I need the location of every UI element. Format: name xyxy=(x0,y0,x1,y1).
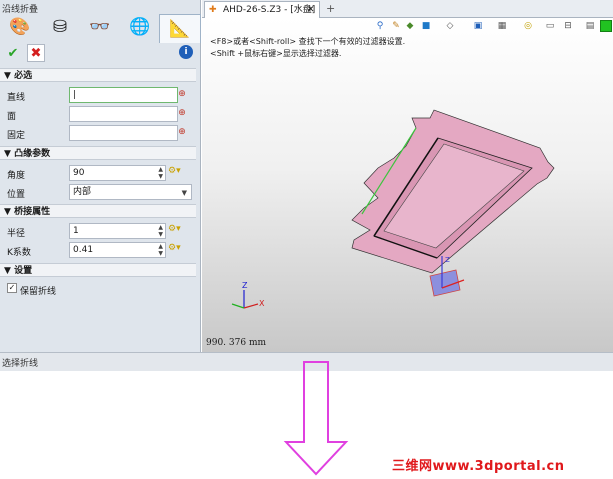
angle-value: 90 xyxy=(73,168,85,178)
section-settings-title: 设置 xyxy=(14,266,33,276)
spinner-icon[interactable]: ▲ ▼ xyxy=(158,166,163,180)
pick-icon[interactable]: ⊕ xyxy=(177,108,187,118)
field-position-label: 位置 xyxy=(7,190,26,200)
globe-icon[interactable]: 🌐 xyxy=(120,13,160,41)
field-angle: 角度 90 ▲ ▼ ⚙▾ xyxy=(0,164,198,182)
field-fixed: 固定 ⊕ xyxy=(0,124,198,142)
section-required[interactable]: ▼ 必选 xyxy=(0,68,196,82)
ok-button[interactable]: ✔ xyxy=(4,44,22,62)
field-radius-label: 半径 xyxy=(7,229,26,239)
variable-icon[interactable]: ⚙▾ xyxy=(168,243,181,253)
section-settings[interactable]: ▼ 设置 xyxy=(0,263,196,277)
dimension-icon[interactable]: ⊟ xyxy=(562,20,574,32)
spinner-icon[interactable]: ▲ ▼ xyxy=(158,243,163,257)
scale-readout: 990. 376 mm xyxy=(206,338,267,348)
feature-panel: 沿线折叠 🎨 ⛁ 👓 🌐 📐 ✔ ✖ i ▼ 必选 直线 | ⊕ 面 ⊕ 固定 … xyxy=(0,0,201,352)
field-k-factor: K系数 0.41 ▲ ▼ ⚙▾ xyxy=(0,241,198,259)
section-bridge[interactable]: ▼ 桥接属性 xyxy=(0,204,196,218)
variable-icon[interactable]: ⚙▾ xyxy=(168,224,181,234)
palette-icon[interactable]: 🎨 xyxy=(0,13,40,41)
window-icon[interactable]: ▤ xyxy=(584,20,596,32)
radius-input[interactable]: 1 ▲ ▼ xyxy=(69,223,166,239)
section-bridge-title: 桥接属性 xyxy=(14,207,51,217)
section-bend-params-title: 凸缘参数 xyxy=(14,149,51,159)
down-arrow-icon xyxy=(283,361,349,476)
line-input[interactable]: | xyxy=(69,87,178,103)
cube-shaded-icon[interactable]: ■ xyxy=(420,20,432,32)
section-bend-params[interactable]: ▼ 凸缘参数 xyxy=(0,146,196,160)
cube-wire-icon[interactable]: ◇ xyxy=(444,20,456,32)
field-line: 直线 | ⊕ xyxy=(0,86,198,104)
document-tab[interactable]: ✚ AHD-26-S.Z3 - [水盘] ✕ xyxy=(204,1,320,18)
axis-label-x: X xyxy=(259,299,265,308)
view-grid-icon[interactable]: ▦ xyxy=(496,20,508,32)
pencil-icon[interactable]: ✎ xyxy=(390,20,402,32)
field-line-label: 直线 xyxy=(7,93,26,103)
glasses-icon[interactable]: 👓 xyxy=(80,13,120,41)
close-icon[interactable]: ✕ xyxy=(307,2,315,18)
field-radius: 半径 1 ▲ ▼ ⚙▾ xyxy=(0,222,198,240)
cancel-button[interactable]: ✖ xyxy=(27,44,45,62)
watermark: 三维网www.3dportal.cn xyxy=(392,459,565,474)
confirm-row: ✔ ✖ i xyxy=(0,42,200,64)
stamp-icon[interactable]: ⛁ xyxy=(40,13,80,41)
k-factor-input[interactable]: 0.41 ▲ ▼ xyxy=(69,242,166,258)
sheetmetal-icon[interactable]: 📐 xyxy=(159,14,201,43)
radius-value: 1 xyxy=(73,226,79,236)
field-fixed-label: 固定 xyxy=(7,131,26,141)
walk-icon[interactable]: ⚲ xyxy=(374,20,386,32)
annotation-arrow xyxy=(283,361,349,476)
chevron-down-icon: ▼ xyxy=(181,189,187,197)
layers-icon[interactable]: ◆ xyxy=(404,20,416,32)
position-value: 内部 xyxy=(73,187,92,197)
section-icon[interactable]: ▭ xyxy=(544,20,556,32)
pick-icon[interactable]: ⊕ xyxy=(177,89,187,99)
keep-bendline-checkbox[interactable]: ✓ xyxy=(7,283,17,293)
field-keep-bendline: ✓ 保留折线 xyxy=(0,280,198,298)
field-face-label: 面 xyxy=(7,112,17,122)
variable-icon[interactable]: ⚙▾ xyxy=(168,166,181,176)
tool-tabs: 🎨 ⛁ 👓 🌐 📐 xyxy=(0,13,201,43)
status-text: 选择折线 xyxy=(2,359,39,369)
view-toolbar: ⚲ ✎ ◆ ■ ◇ ▣ ▦ ◎ ▭ ⊟ ▤ xyxy=(372,20,612,34)
model-canvas[interactable]: Z Z X xyxy=(202,18,613,352)
info-button[interactable]: i xyxy=(179,45,193,59)
triad-label-z: Z xyxy=(445,256,450,264)
position-select[interactable]: 内部 ▼ xyxy=(69,184,192,200)
document-tab-label: AHD-26-S.Z3 - [水盘] xyxy=(223,5,316,15)
3d-viewport[interactable]: <F8>或者<Shift-roll> 查找下一个有效的过滤器设置. <Shift… xyxy=(202,18,613,352)
field-k-label: K系数 xyxy=(7,248,31,258)
axis-label-z: Z xyxy=(242,281,248,290)
keep-bendline-label: 保留折线 xyxy=(20,287,57,297)
field-angle-label: 角度 xyxy=(7,171,26,181)
axis-x xyxy=(243,303,259,309)
green-square-icon[interactable] xyxy=(600,20,612,32)
field-position: 位置 内部 ▼ xyxy=(0,183,198,201)
add-tab-button[interactable]: + xyxy=(326,2,335,15)
field-face: 面 ⊕ xyxy=(0,105,198,123)
face-input[interactable] xyxy=(69,106,178,122)
k-factor-value: 0.41 xyxy=(73,245,94,255)
angle-input[interactable]: 90 ▲ ▼ xyxy=(69,165,166,181)
pin-icon: ✚ xyxy=(209,5,217,15)
axis-y xyxy=(231,303,245,309)
render-icon[interactable]: ◎ xyxy=(522,20,534,32)
spinner-icon[interactable]: ▲ ▼ xyxy=(158,224,163,238)
section-required-title: 必选 xyxy=(14,71,33,81)
fixed-input[interactable] xyxy=(69,125,178,141)
view-blue-icon[interactable]: ▣ xyxy=(472,20,484,32)
pick-icon[interactable]: ⊕ xyxy=(177,127,187,137)
